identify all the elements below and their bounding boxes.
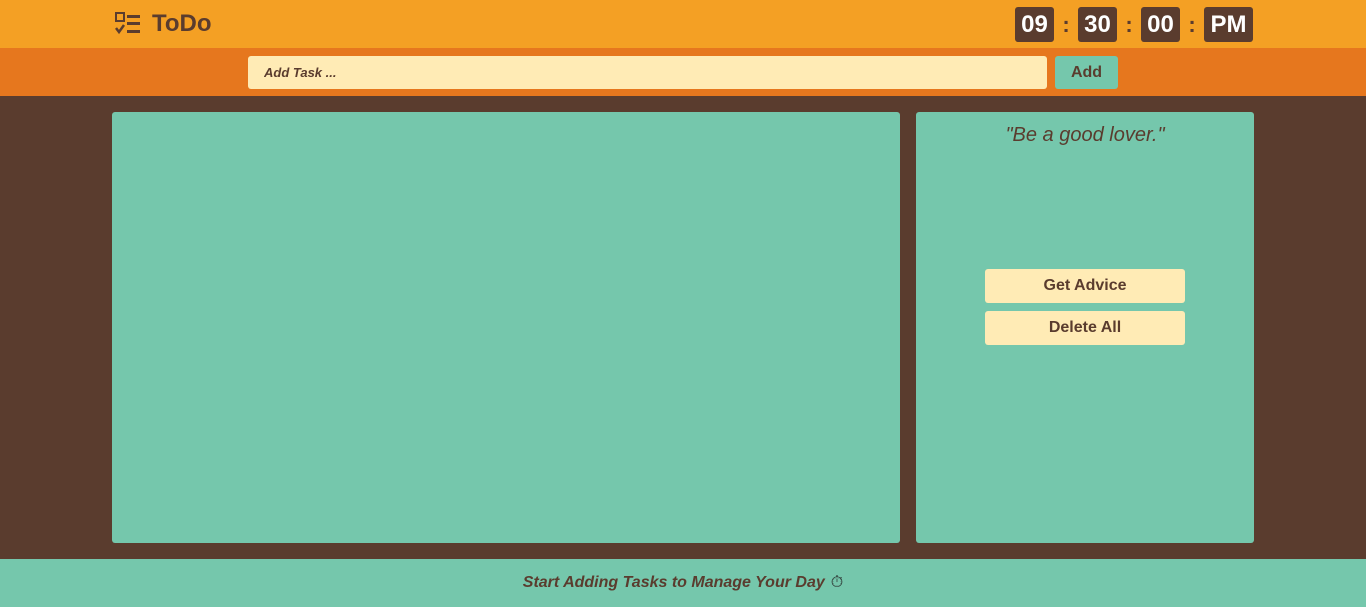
add-task-input[interactable]: [248, 56, 1047, 89]
app-footer: Start Adding Tasks to Manage Your Day ⏱: [0, 559, 1366, 607]
app-logo: ToDo: [114, 10, 212, 38]
clock-separator: :: [1125, 12, 1133, 37]
checklist-icon: [115, 12, 140, 35]
clock-separator: :: [1062, 12, 1070, 37]
clock-separator: :: [1188, 12, 1196, 37]
clock-seconds: 00: [1141, 7, 1180, 42]
delete-all-button[interactable]: Delete All: [985, 311, 1185, 345]
get-advice-button[interactable]: Get Advice: [985, 269, 1185, 303]
sidebar-panel: "Be a good lover." Get Advice Delete All: [916, 112, 1254, 543]
advice-quote: "Be a good lover.": [1005, 124, 1165, 146]
add-task-bar: Add: [0, 48, 1366, 96]
stopwatch-icon: ⏱: [830, 574, 844, 591]
clock-ampm: PM: [1204, 7, 1253, 42]
clock-hours: 09: [1015, 7, 1054, 42]
task-list-panel: [112, 112, 900, 543]
footer-message: Start Adding Tasks to Manage Your Day: [522, 574, 825, 591]
add-task-button[interactable]: Add: [1055, 56, 1118, 89]
app-title: ToDo: [152, 10, 212, 37]
app-header: ToDo 09 : 30 : 00 : PM: [0, 0, 1366, 48]
clock-minutes: 30: [1078, 7, 1117, 42]
digital-clock: 09 : 30 : 00 : PM: [1015, 7, 1253, 42]
